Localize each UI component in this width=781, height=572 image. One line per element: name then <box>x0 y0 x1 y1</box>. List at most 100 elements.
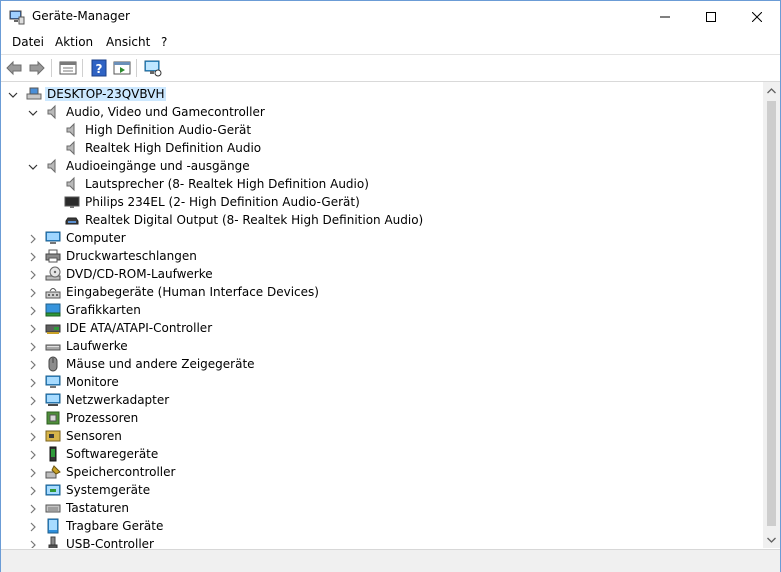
maximize-button[interactable] <box>688 1 734 32</box>
monitor-icon <box>45 374 61 390</box>
category-row[interactable]: Laufwerke <box>2 337 763 355</box>
back-arrow-icon <box>6 60 22 76</box>
toolbar-separator <box>82 59 83 77</box>
device-label: Realtek Digital Output (8- Realtek High … <box>85 213 424 227</box>
minimize-button[interactable] <box>642 1 688 32</box>
chevron-right-icon[interactable] <box>28 539 38 548</box>
device-label: Philips 234EL (2- High Definition Audio-… <box>85 195 360 209</box>
scroll-up-button[interactable] <box>763 82 780 99</box>
chevron-right-icon[interactable] <box>28 431 38 442</box>
chevron-right-icon[interactable] <box>28 377 38 388</box>
device-label: High Definition Audio-Gerät <box>85 123 252 137</box>
chevron-right-icon[interactable] <box>28 521 38 532</box>
category-label: Computer <box>66 231 126 245</box>
chevron-right-icon[interactable] <box>28 413 38 424</box>
scroll-down-button[interactable] <box>763 531 780 548</box>
category-row[interactable]: Audioeingänge und -ausgänge <box>2 157 763 175</box>
help-icon: ? <box>91 59 107 77</box>
device-row[interactable]: Realtek High Definition Audio <box>2 139 763 157</box>
device-manager-icon <box>9 9 25 25</box>
category-label: Monitore <box>66 375 119 389</box>
category-label: DVD/CD-ROM-Laufwerke <box>66 267 213 281</box>
category-row[interactable]: IDE ATA/ATAPI-Controller <box>2 319 763 337</box>
mouse-icon <box>45 356 61 372</box>
chevron-down-icon[interactable] <box>28 107 38 117</box>
category-row[interactable]: DVD/CD-ROM-Laufwerke <box>2 265 763 283</box>
properties-view-button[interactable] <box>59 59 77 77</box>
category-row[interactable]: Sensoren <box>2 427 763 445</box>
processor-icon <box>45 410 61 426</box>
menu-datei[interactable]: Datei <box>9 35 47 49</box>
dvd-drive-icon <box>45 266 61 282</box>
category-label: Speichercontroller <box>66 465 176 479</box>
action-view-button[interactable] <box>113 59 131 77</box>
disk-drive-icon <box>45 338 61 354</box>
scrollbar-thumb[interactable] <box>767 101 776 526</box>
forward-button[interactable] <box>28 59 46 77</box>
scan-monitor-icon <box>144 60 162 77</box>
speaker-icon <box>64 140 80 156</box>
chevron-right-icon[interactable] <box>28 395 38 406</box>
chevron-right-icon[interactable] <box>28 233 38 244</box>
chevron-right-icon[interactable] <box>28 503 38 514</box>
svg-text:?: ? <box>96 62 103 76</box>
chevron-right-icon[interactable] <box>28 323 38 334</box>
category-row[interactable]: Mäuse und andere Zeigegeräte <box>2 355 763 373</box>
category-row[interactable]: Softwaregeräte <box>2 445 763 463</box>
tree-root-row[interactable]: DESKTOP-23QVBVH <box>2 85 763 103</box>
category-label: Systemgeräte <box>66 483 151 497</box>
category-row[interactable]: USB-Controller <box>2 535 763 548</box>
keyboard-icon <box>45 500 61 516</box>
category-label: Eingabegeräte (Human Interface Devices) <box>66 285 319 299</box>
digital-output-icon <box>64 212 80 228</box>
category-row[interactable]: Druckwarteschlangen <box>2 247 763 265</box>
maximize-icon <box>706 11 716 22</box>
menu-ansicht[interactable]: Ansicht <box>103 35 153 49</box>
category-row[interactable]: Audio, Video und Gamecontroller <box>2 103 763 121</box>
software-device-icon <box>45 446 61 462</box>
category-row[interactable]: Netzwerkadapter <box>2 391 763 409</box>
chevron-right-icon[interactable] <box>28 359 38 370</box>
category-row[interactable]: Speichercontroller <box>2 463 763 481</box>
usb-controller-icon <box>45 536 61 548</box>
category-row[interactable]: Monitore <box>2 373 763 391</box>
close-button[interactable] <box>734 1 780 32</box>
device-tree[interactable]: DESKTOP-23QVBVH Audio, Video und Gamecon… <box>2 82 763 548</box>
menu-aktion[interactable]: Aktion <box>52 35 96 49</box>
category-row[interactable]: Systemgeräte <box>2 481 763 499</box>
chevron-right-icon[interactable] <box>28 449 38 460</box>
help-button[interactable]: ? <box>90 59 108 77</box>
portable-device-icon <box>45 518 61 534</box>
chevron-right-icon[interactable] <box>28 467 38 478</box>
device-row[interactable]: Realtek Digital Output (8- Realtek High … <box>2 211 763 229</box>
chevron-right-icon[interactable] <box>28 269 38 280</box>
display-adapter-icon <box>45 302 61 318</box>
computer-icon <box>45 230 61 246</box>
chevron-right-icon[interactable] <box>28 287 38 298</box>
category-row[interactable]: Tastaturen <box>2 499 763 517</box>
chevron-right-icon[interactable] <box>28 485 38 496</box>
chevron-right-icon[interactable] <box>28 341 38 352</box>
scan-hardware-button[interactable] <box>144 59 162 77</box>
device-row[interactable]: High Definition Audio-Gerät <box>2 121 763 139</box>
chevron-down-icon[interactable] <box>8 89 18 99</box>
speaker-icon <box>45 158 61 174</box>
network-adapter-icon <box>45 392 61 408</box>
device-row[interactable]: Philips 234EL (2- High Definition Audio-… <box>2 193 763 211</box>
device-row[interactable]: Lautsprecher (8- Realtek High Definition… <box>2 175 763 193</box>
chevron-right-icon[interactable] <box>28 251 38 262</box>
menu-help[interactable]: ? <box>158 35 170 49</box>
category-row[interactable]: Prozessoren <box>2 409 763 427</box>
back-button[interactable] <box>5 59 23 77</box>
category-row[interactable]: Computer <box>2 229 763 247</box>
hid-icon <box>45 284 61 300</box>
category-label: Sensoren <box>66 429 122 443</box>
chevron-right-icon[interactable] <box>28 305 38 316</box>
chevron-down-icon[interactable] <box>28 161 38 171</box>
title-bar[interactable]: Geräte-Manager <box>1 1 780 32</box>
category-row[interactable]: Tragbare Geräte <box>2 517 763 535</box>
menu-bar: Datei Aktion Ansicht ? <box>1 32 780 54</box>
vertical-scrollbar[interactable] <box>763 82 780 548</box>
category-row[interactable]: Eingabegeräte (Human Interface Devices) <box>2 283 763 301</box>
category-row[interactable]: Grafikkarten <box>2 301 763 319</box>
